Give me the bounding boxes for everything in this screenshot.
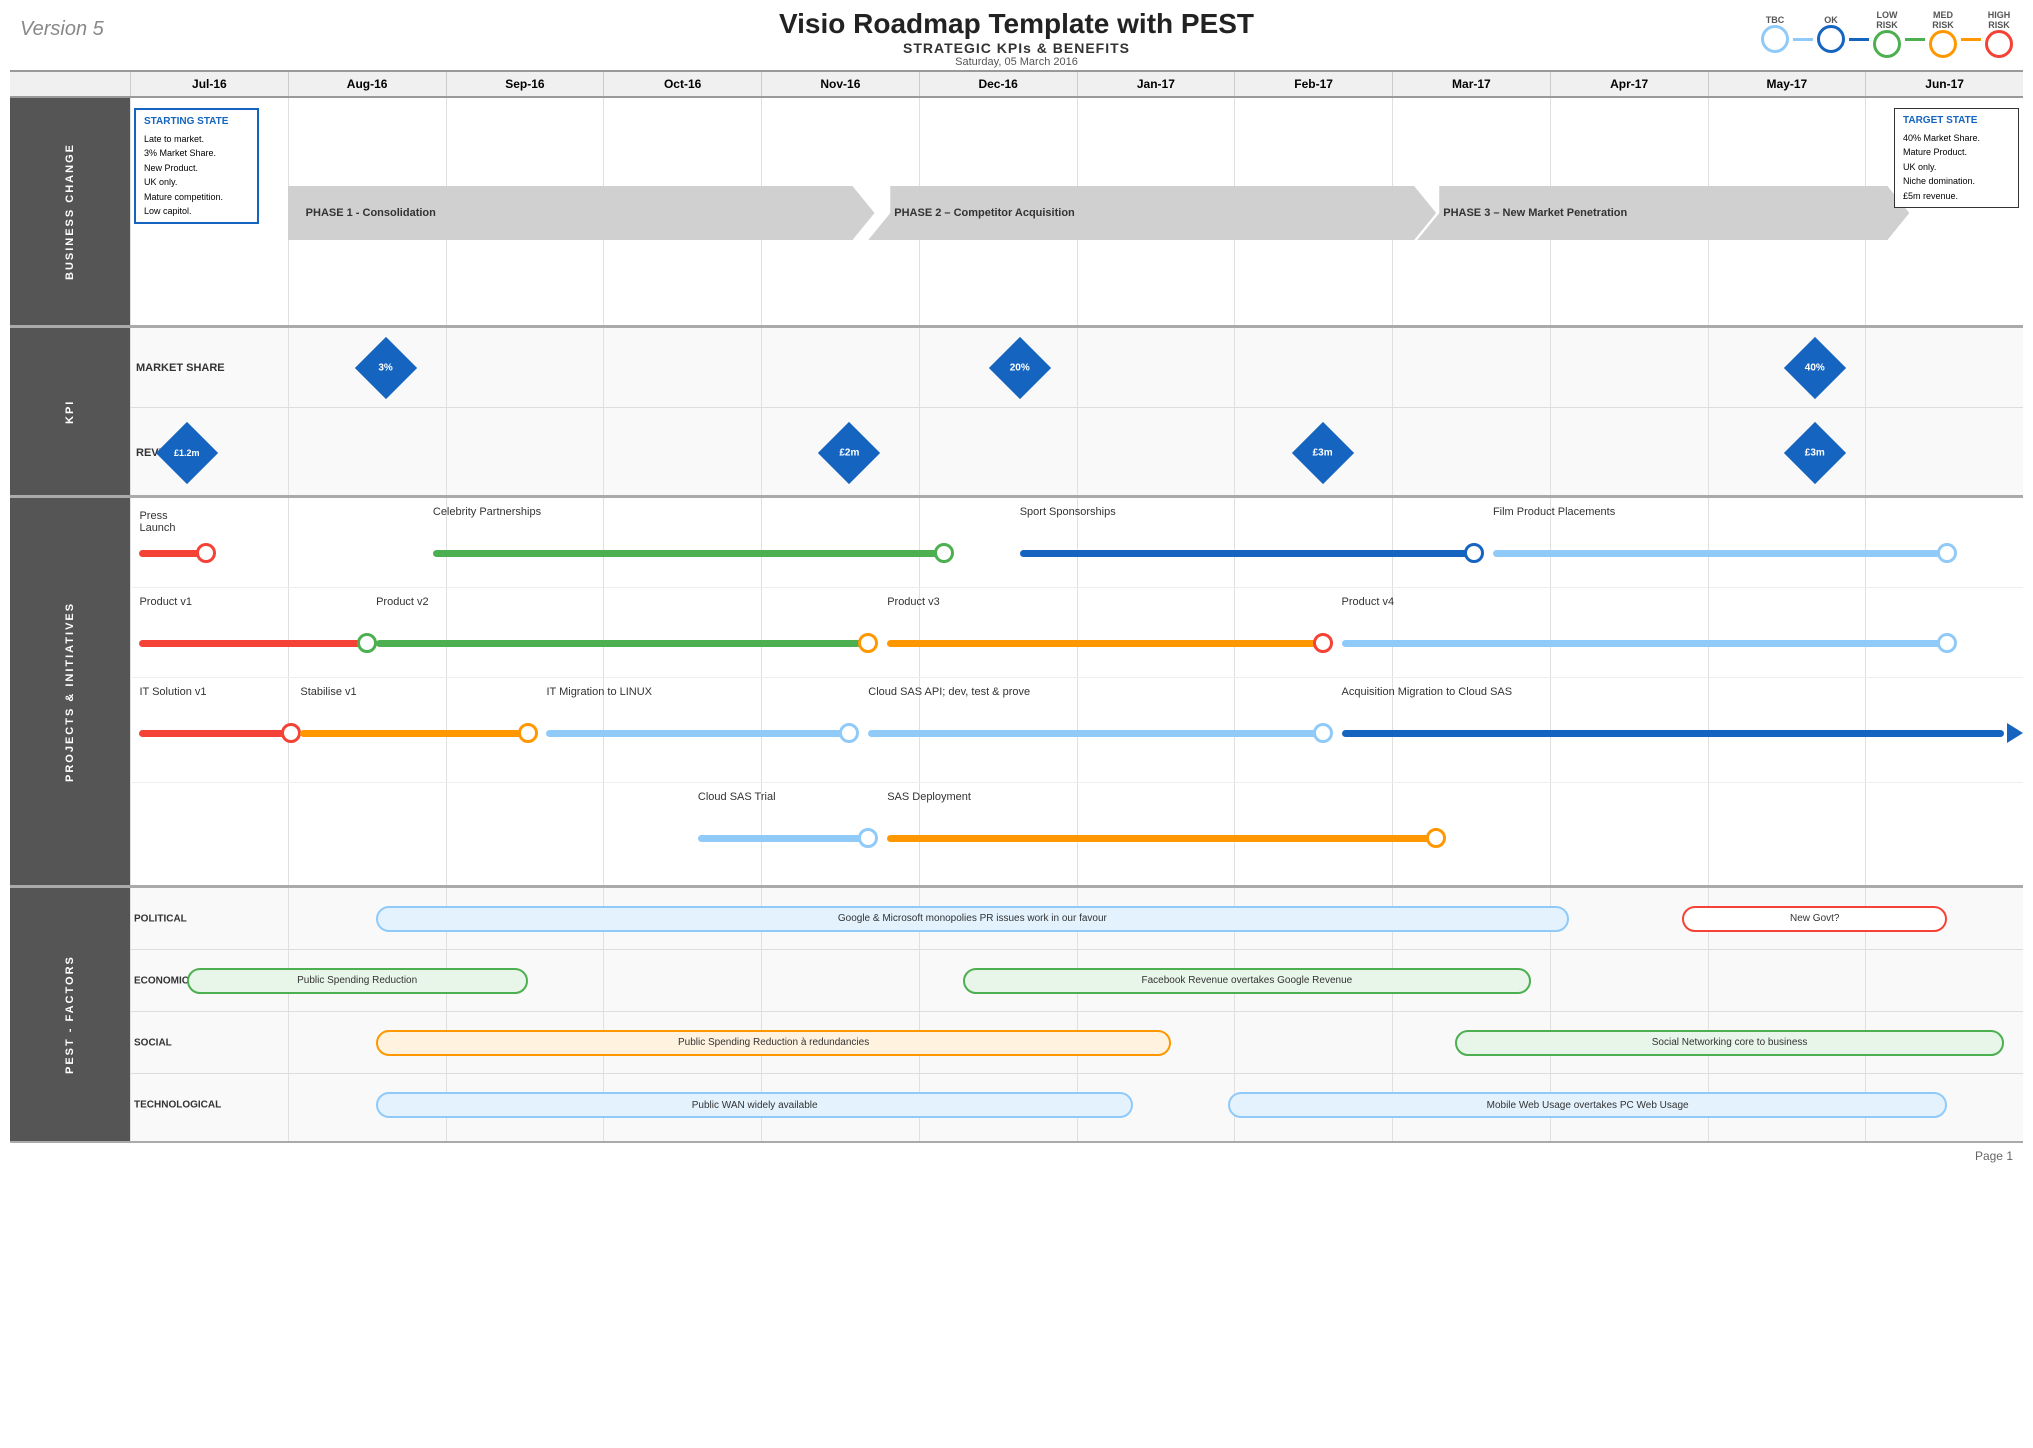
sport-circle (1464, 543, 1484, 563)
month-sep: Sep-16 (446, 72, 604, 96)
header: Version 5 Visio Roadmap Template with PE… (0, 0, 2033, 70)
pest-section: PEST - FACTORS POLITICAL (10, 888, 2023, 1143)
month-apr: Apr-17 (1550, 72, 1708, 96)
social-bar-2: Social Networking core to business (1455, 1030, 2004, 1056)
political-bar-2: New Govt? (1682, 906, 1947, 932)
cloud-sas-trial-label: Cloud SAS Trial (698, 791, 776, 803)
kpi-market-share-label: MARKET SHARE (136, 362, 225, 374)
stabilise-label: Stabilise v1 (300, 686, 356, 698)
it-migration-label: IT Migration to LINUX (546, 686, 652, 698)
month-aug: Aug-16 (288, 72, 446, 96)
month-jan: Jan-17 (1077, 72, 1235, 96)
phase1-arrow: PHASE 1 - Consolidation (288, 186, 875, 240)
page-number: Page 1 (1975, 1149, 2013, 1163)
social-label: SOCIAL (134, 1037, 172, 1048)
starting-state-box: STARTING STATE Late to market.3% Market … (134, 108, 259, 224)
celebrity-bar (433, 550, 944, 557)
political-label: POLITICAL (134, 913, 187, 924)
section-label-pest: PEST - FACTORS (10, 888, 130, 1141)
product-v2-label: Product v2 (376, 596, 429, 608)
month-may: May-17 (1708, 72, 1866, 96)
page-subtitle: STRATEGIC KPIs & BENEFITS (0, 40, 2033, 56)
section-label-kpi: KPI (10, 328, 130, 495)
celebrity-label: Celebrity Partnerships (433, 506, 541, 518)
month-jun: Jun-17 (1865, 72, 2023, 96)
legend-high-risk: HIGHRISK (1985, 10, 2013, 58)
technological-label: TECHNOLOGICAL (134, 1100, 221, 1111)
month-mar: Mar-17 (1392, 72, 1550, 96)
acquisition-migration-label: Acquisition Migration to Cloud SAS (1342, 686, 1513, 698)
product-v4-label: Product v4 (1342, 596, 1395, 608)
product-v3-label: Product v3 (887, 596, 940, 608)
film-bar (1493, 550, 1947, 557)
business-change-section: BUSINESS CHANGE STARTING STATE Late (10, 98, 2023, 328)
sas-deployment-label: SAS Deployment (887, 791, 971, 803)
page-date: Saturday, 05 March 2016 (0, 56, 2033, 68)
roadmap-container: Jul-16 Aug-16 Sep-16 Oct-16 Nov-16 Dec-1… (0, 70, 2033, 1143)
social-bar-1: Public Spending Reduction à redundancies (376, 1030, 1171, 1056)
legend-low-risk: LOWRISK (1873, 10, 1901, 58)
projects-section: PROJECTS & INITIATIVES PressLaunch (10, 498, 2023, 888)
celebrity-circle (934, 543, 954, 563)
technological-bar-1: Public WAN widely available (376, 1092, 1133, 1118)
it-solution-label: IT Solution v1 (139, 686, 206, 698)
cloud-sas-api-label: Cloud SAS API; dev, test & prove (868, 686, 1030, 698)
month-oct: Oct-16 (603, 72, 761, 96)
section-label-projects: PROJECTS & INITIATIVES (10, 498, 130, 885)
film-circle (1937, 543, 1957, 563)
phase2-arrow: PHASE 2 – Competitor Acquisition (868, 186, 1436, 240)
month-nov: Nov-16 (761, 72, 919, 96)
technological-bar-2: Mobile Web Usage overtakes PC Web Usage (1228, 1092, 1947, 1118)
kpi-section: KPI MARKET SHARE (10, 328, 2023, 498)
sport-bar (1020, 550, 1474, 557)
economical-bar-1: Public Spending Reduction (187, 968, 528, 994)
legend-tbc: TBC (1761, 15, 1789, 53)
legend-med-risk: MEDRISK (1929, 10, 1957, 58)
page-title: Visio Roadmap Template with PEST (0, 8, 2033, 40)
economical-bar-2: Facebook Revenue overtakes Google Revenu… (963, 968, 1531, 994)
press-launch-label: PressLaunch (139, 510, 175, 534)
product-v1-label: Product v1 (139, 596, 192, 608)
legend-ok: OK (1817, 15, 1845, 53)
month-header: Jul-16 Aug-16 Sep-16 Oct-16 Nov-16 Dec-1… (10, 70, 2023, 98)
phase3-arrow: PHASE 3 – New Market Penetration (1417, 186, 1909, 240)
section-label-business: BUSINESS CHANGE (10, 98, 130, 325)
legend: TBC OK LOWRISK MEDRISK HIGHRISK (1761, 10, 2013, 58)
month-jul: Jul-16 (130, 72, 288, 96)
political-bar-1: Google & Microsoft monopolies PR issues … (376, 906, 1569, 932)
target-state-box: TARGET STATE 40% Market Share.Mature Pro… (1894, 108, 2019, 208)
month-feb: Feb-17 (1234, 72, 1392, 96)
film-label: Film Product Placements (1493, 506, 1615, 518)
footer: Page 1 (0, 1143, 2033, 1169)
press-launch-circle (196, 543, 216, 563)
month-dec: Dec-16 (919, 72, 1077, 96)
sport-label: Sport Sponsorships (1020, 506, 1116, 518)
version-label: Version 5 (20, 18, 104, 41)
